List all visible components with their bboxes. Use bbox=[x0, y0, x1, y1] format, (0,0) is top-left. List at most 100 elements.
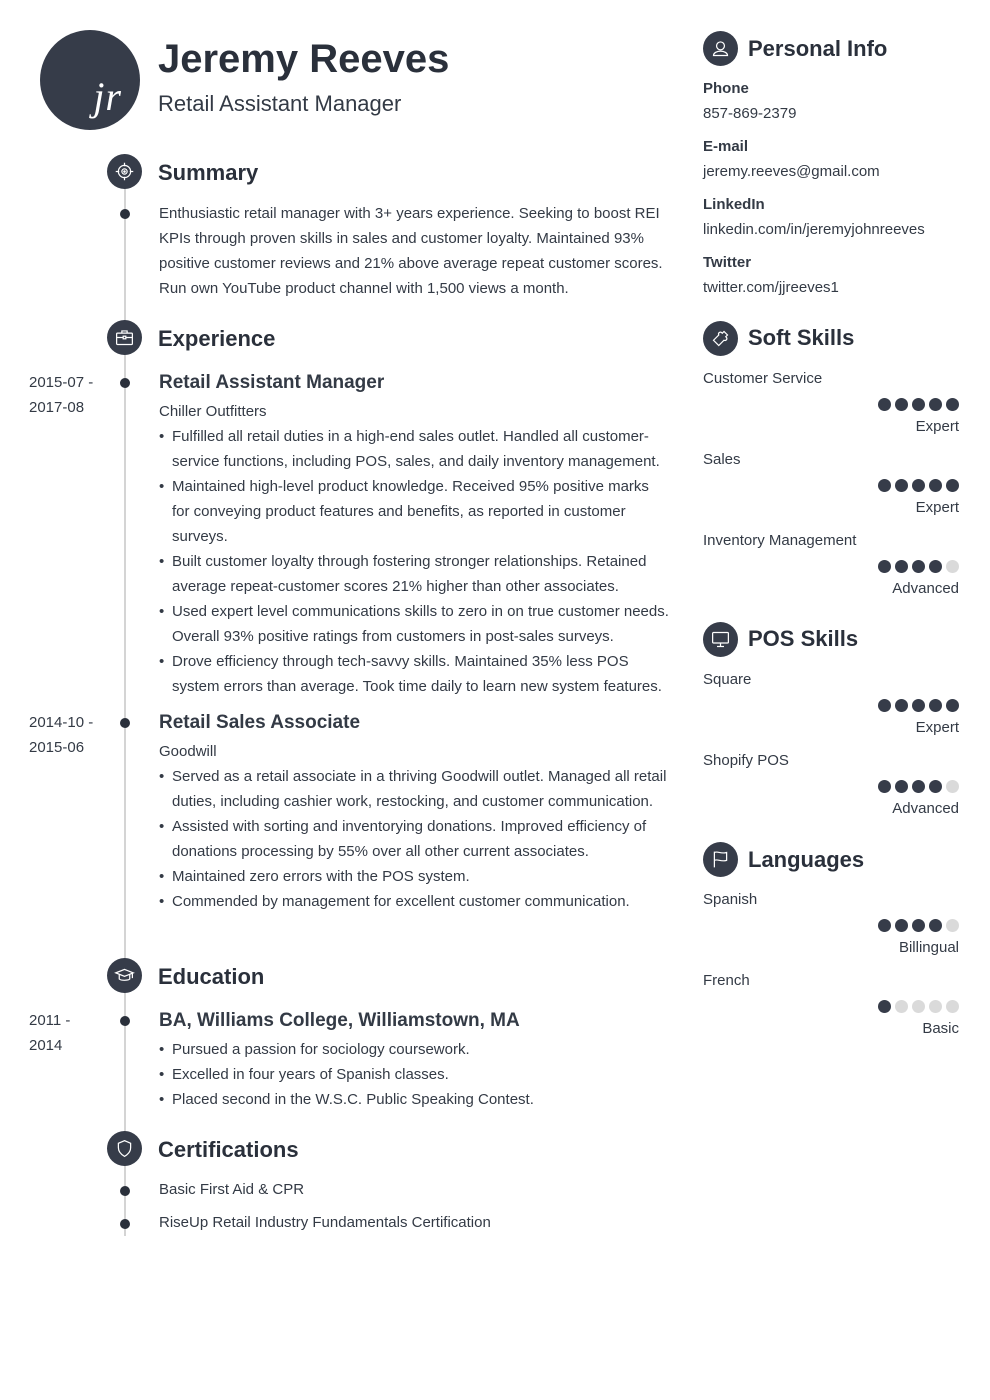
skill-level: Expert bbox=[915, 418, 959, 435]
rating-dot-empty bbox=[946, 919, 959, 932]
bullet-item: Assisted with sorting and inventorying d… bbox=[159, 814, 669, 864]
shield-icon bbox=[107, 1131, 142, 1166]
section-title-summary: Summary bbox=[158, 160, 259, 185]
skill-rating bbox=[878, 699, 959, 712]
certification-item: Basic First Aid & CPR bbox=[159, 1181, 305, 1198]
timeline-dot bbox=[120, 1016, 130, 1026]
skill-name: Shopify POS bbox=[703, 752, 789, 769]
bullet-item: Pursued a passion for sociology coursewo… bbox=[159, 1037, 669, 1062]
rating-dot-empty bbox=[929, 1000, 942, 1013]
avatar-initials: jr bbox=[93, 74, 122, 119]
certification-item: RiseUp Retail Industry Fundamentals Cert… bbox=[159, 1214, 491, 1231]
bullet-item: Built customer loyalty through fostering… bbox=[159, 549, 669, 599]
language-name: Spanish bbox=[703, 891, 758, 908]
job-title: Retail Assistant Manager bbox=[159, 372, 385, 393]
rating-dot-filled bbox=[912, 560, 925, 573]
rating-dot-filled bbox=[912, 699, 925, 712]
rating-dot-filled bbox=[878, 780, 891, 793]
bullet-item: Placed second in the W.S.C. Public Speak… bbox=[159, 1087, 669, 1112]
skill-rating bbox=[878, 560, 959, 573]
bullet-item: Excelled in four years of Spanish classe… bbox=[159, 1062, 669, 1087]
summary-text: Enthusiastic retail manager with 3+ year… bbox=[159, 205, 663, 297]
target-icon bbox=[107, 154, 142, 189]
bullet-item: Used expert level communications skills … bbox=[159, 599, 669, 649]
job-bullets: Served as a retail associate in a thrivi… bbox=[159, 764, 669, 914]
rating-dot-filled bbox=[946, 398, 959, 411]
info-value-phone: 857-869-2379 bbox=[703, 105, 797, 122]
section-title-languages: Languages bbox=[748, 847, 865, 872]
puzzle-icon bbox=[703, 321, 738, 356]
rating-dot-filled bbox=[895, 479, 908, 492]
education-date-end: 2014 bbox=[29, 1037, 63, 1054]
skill-level: Advanced bbox=[892, 800, 959, 817]
rating-dot-filled bbox=[878, 919, 891, 932]
company-name: Goodwill bbox=[159, 743, 217, 760]
rating-dot-filled bbox=[878, 479, 891, 492]
rating-dot-filled bbox=[878, 1000, 891, 1013]
language-name: French bbox=[703, 972, 750, 989]
skill-level: Expert bbox=[915, 719, 959, 736]
job-date-end: 2015-06 bbox=[29, 739, 85, 756]
company-name: Chiller Outfitters bbox=[159, 403, 267, 420]
rating-dot-filled bbox=[878, 398, 891, 411]
info-value-twitter: twitter.com/jjreeves1 bbox=[703, 279, 839, 296]
timeline-dot bbox=[120, 209, 130, 219]
candidate-title: Retail Assistant Manager bbox=[158, 91, 402, 116]
rating-dot-filled bbox=[895, 560, 908, 573]
timeline-dot bbox=[120, 1219, 130, 1229]
job-date: 2015-07 - 2017-08 bbox=[29, 370, 93, 420]
rating-dot-filled bbox=[929, 780, 942, 793]
rating-dot-filled bbox=[895, 699, 908, 712]
language-rating bbox=[878, 919, 959, 932]
rating-dot-filled bbox=[929, 479, 942, 492]
info-label-twitter: Twitter bbox=[703, 254, 752, 271]
candidate-name: Jeremy Reeves bbox=[158, 37, 450, 81]
skill-rating bbox=[878, 479, 959, 492]
language-level: Billingual bbox=[898, 939, 959, 956]
skill-rating bbox=[878, 780, 959, 793]
bullet-item: Served as a retail associate in a thrivi… bbox=[159, 764, 669, 814]
monitor-icon bbox=[703, 622, 738, 657]
timeline-dot bbox=[120, 1186, 130, 1196]
job-details: Goodwill Served as a retail associate in… bbox=[159, 739, 669, 914]
info-label-phone: Phone bbox=[703, 80, 749, 97]
timeline-dot bbox=[120, 378, 130, 388]
rating-dot-empty bbox=[946, 780, 959, 793]
briefcase-icon bbox=[107, 320, 142, 355]
info-value-linkedin: linkedin.com/in/jeremyjohnreeves bbox=[703, 221, 925, 238]
rating-dot-filled bbox=[929, 699, 942, 712]
skill-level: Advanced bbox=[892, 580, 959, 597]
job-date-end: 2017-08 bbox=[29, 399, 85, 416]
bullet-item: Commended by management for excellent cu… bbox=[159, 889, 669, 914]
rating-dot-empty bbox=[946, 1000, 959, 1013]
rating-dot-filled bbox=[946, 699, 959, 712]
degree-title: BA, Williams College, Williamstown, MA bbox=[159, 1010, 520, 1031]
education-date: 2011 - 2014 bbox=[29, 1008, 70, 1058]
rating-dot-filled bbox=[929, 398, 942, 411]
skill-level: Expert bbox=[915, 499, 959, 516]
job-details: Chiller Outfitters Fulfilled all retail … bbox=[159, 399, 669, 699]
section-title-certifications: Certifications bbox=[158, 1137, 299, 1162]
skill-name: Inventory Management bbox=[703, 532, 857, 549]
skill-name: Customer Service bbox=[703, 370, 823, 387]
education-date-start: 2011 - bbox=[29, 1012, 71, 1029]
rating-dot-filled bbox=[912, 780, 925, 793]
rating-dot-empty bbox=[895, 1000, 908, 1013]
info-value-email: jeremy.reeves@gmail.com bbox=[703, 163, 880, 180]
bullet-item: Maintained high-level product knowledge.… bbox=[159, 474, 669, 549]
rating-dot-filled bbox=[895, 780, 908, 793]
section-title-personal-info: Personal Info bbox=[748, 36, 888, 61]
language-level: Basic bbox=[922, 1020, 959, 1037]
bullet-item: Drove efficiency through tech-savvy skil… bbox=[159, 649, 669, 699]
section-title-education: Education bbox=[158, 964, 265, 989]
timeline-dot bbox=[120, 718, 130, 728]
rating-dot-filled bbox=[912, 919, 925, 932]
job-date-start: 2015-07 - bbox=[29, 374, 94, 391]
info-label-linkedin: LinkedIn bbox=[703, 196, 765, 213]
rating-dot-filled bbox=[929, 919, 942, 932]
rating-dot-empty bbox=[946, 560, 959, 573]
rating-dot-filled bbox=[895, 919, 908, 932]
rating-dot-filled bbox=[878, 699, 891, 712]
rating-dot-empty bbox=[912, 1000, 925, 1013]
user-icon bbox=[703, 31, 738, 66]
